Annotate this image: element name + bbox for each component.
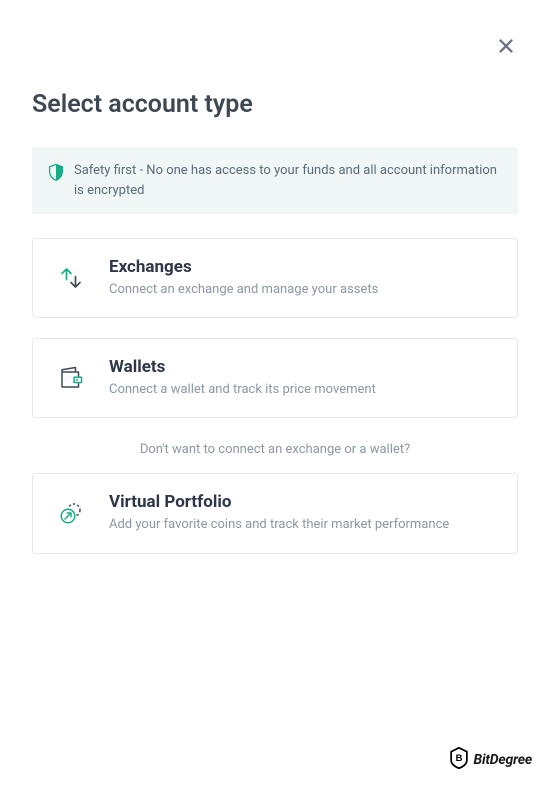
svg-text:B: B: [455, 752, 462, 763]
option-virtual-title: Virtual Portfolio: [109, 492, 497, 512]
option-wallets-desc: Connect a wallet and track its price mov…: [109, 381, 497, 399]
option-wallets[interactable]: Wallets Connect a wallet and track its p…: [32, 338, 518, 418]
option-exchanges-title: Exchanges: [109, 257, 497, 277]
shield-icon: [48, 163, 64, 185]
option-virtual-desc: Add your favorite coins and track their …: [109, 516, 497, 534]
safety-banner: Safety first - No one has access to your…: [32, 147, 518, 214]
exchanges-icon: [53, 260, 89, 296]
option-exchanges[interactable]: Exchanges Connect an exchange and manage…: [32, 238, 518, 318]
separator-text: Don't want to connect an exchange or a w…: [32, 442, 518, 457]
wallet-icon: [53, 360, 89, 396]
watermark-text: BitDegree: [474, 752, 533, 768]
option-virtual-portfolio[interactable]: Virtual Portfolio Add your favorite coin…: [32, 473, 518, 553]
close-button[interactable]: [492, 32, 520, 60]
page-title: Select account type: [32, 90, 518, 119]
close-icon: [495, 35, 517, 57]
virtual-portfolio-icon: [53, 495, 89, 531]
option-wallets-title: Wallets: [109, 357, 497, 377]
watermark: B BitDegree: [445, 745, 537, 775]
bitdegree-logo-icon: B: [449, 747, 469, 773]
safety-message: Safety first - No one has access to your…: [74, 161, 502, 200]
option-exchanges-desc: Connect an exchange and manage your asse…: [109, 281, 497, 299]
